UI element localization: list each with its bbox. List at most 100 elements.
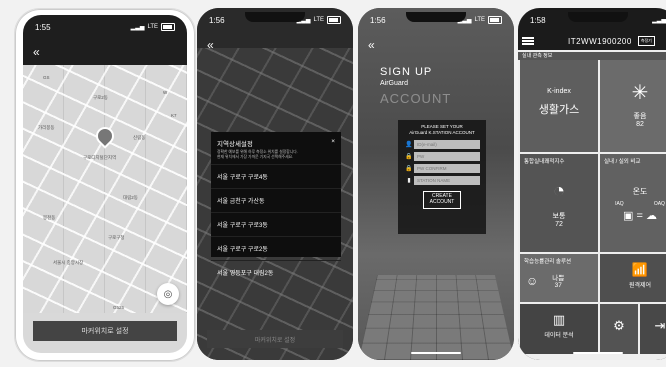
create-account-button[interactable]: CREATE ACCOUNT <box>423 190 461 209</box>
phone-signup-screen: 1:56 ▂▃▅ LTE « SIGN UP AirGuard ACCOUNT … <box>358 8 514 360</box>
phone-dashboard-screen: 1:58 ▂▃▅ IT2WW1900200 측정기 실내 관측 정보 K-ind… <box>518 8 666 360</box>
settings-tile[interactable]: ⚙ <box>600 304 638 354</box>
indoor-outdoor-tile[interactable]: 실내 / 실외 비교 온도 IAQ OAQ ▣ = ☁ <box>600 154 666 252</box>
phone-region-dialog-screen: 1:56 ▂▃▅ LTE « 지역상세설정 × 정확한 예보를 위해 하루 측정… <box>197 8 353 360</box>
status-time: 1:56 <box>209 15 225 25</box>
signup-heading: SIGN UP AirGuard ACCOUNT <box>380 66 451 106</box>
signal-icon: ▂▃▅ <box>130 24 145 31</box>
phone-map-screen: 1:55 ▂▃▅ LTE « GS 구로2동 가리봉동 구로디지털단지역 신림동… <box>14 8 196 362</box>
back-icon[interactable]: « <box>207 38 214 52</box>
home-indicator <box>573 352 623 354</box>
password-field[interactable]: PW <box>414 151 480 161</box>
notch <box>245 12 305 22</box>
region-option[interactable]: 서울 구로구 구로3동 <box>211 211 341 236</box>
notch <box>568 12 628 22</box>
current-location-icon[interactable]: ◎ <box>157 283 179 305</box>
region-option[interactable]: 서울 구로구 구로4동 <box>211 163 341 188</box>
region-option[interactable]: 서울 구로구 구로2동 <box>211 235 341 260</box>
dashboard-header: IT2WW1900200 측정기 <box>518 32 666 50</box>
set-marker-location-button[interactable]: 마커위치로 설정 <box>33 321 177 341</box>
email-field[interactable]: ID(e-mail) <box>414 139 480 149</box>
password-confirm-row: 🔒 PW CONFIRM <box>404 163 480 173</box>
section-title: 실내 관측 정보 <box>518 52 666 60</box>
comfort-index-tile[interactable]: 통합실내쾌적지수 ◔ 보통 72 <box>520 154 598 252</box>
screen: 1:56 ▂▃▅ LTE « 지역상세설정 × 정확한 예보를 위해 하루 측정… <box>197 8 353 360</box>
chart-icon: ▣ <box>623 210 634 222</box>
status-time: 1:58 <box>530 15 546 25</box>
email-field-row: 👤 ID(e-mail) <box>404 139 480 149</box>
map-label: 봉천동 <box>43 215 56 220</box>
cloud-icon: ☁ <box>645 210 657 222</box>
password-confirm-field[interactable]: PW CONFIRM <box>414 163 480 173</box>
map-view[interactable]: GS 구로2동 가리봉동 구로디지털단지역 신림동 대림2동 봉천동 구로구청 … <box>23 65 187 313</box>
compare-labels: IAQ OAQ <box>600 201 666 207</box>
form-title-line: AirGuard K.STATION ACCOUNT <box>409 129 475 135</box>
learning-content: ☺ 나쁨 37 <box>520 272 598 290</box>
status-bar: 1:55 ▂▃▅ LTE <box>23 15 187 39</box>
grade-label: 좋음 <box>633 113 647 120</box>
back-icon[interactable]: « <box>33 45 40 59</box>
set-marker-location-button[interactable]: 마커위치로 설정 <box>207 330 343 348</box>
station-icon: ▮ <box>407 177 411 184</box>
lock-icon: 🔒 <box>405 153 413 160</box>
map-label: 서울시 중앙시장 <box>53 260 84 265</box>
home-indicator <box>411 352 461 354</box>
air-grade-tile[interactable]: ✳ 좋음 82 <box>600 60 666 152</box>
temperature-label: 온도 <box>632 187 648 196</box>
kindex-tile[interactable]: K-index 생활가스 <box>520 60 598 152</box>
back-icon[interactable]: « <box>368 38 375 52</box>
station-name-row: ▮ STATION NAME <box>404 175 480 185</box>
tile-label: 데이터 분석 <box>544 333 574 339</box>
map-label: 신림동 <box>133 135 146 140</box>
region-dialog: 지역상세설정 × 정확한 예보를 위해 하루 측정소 위치를 설정합니다. 현재… <box>211 132 341 277</box>
data-analysis-tile[interactable]: ▥ 데이터 분석 <box>520 304 598 354</box>
signup-title: SIGN UP <box>380 66 433 78</box>
lock-icon: 🔒 <box>405 165 413 172</box>
carrier-label: LTE <box>313 17 324 23</box>
screen: 1:55 ▂▃▅ LTE « GS 구로2동 가리봉동 구로디지털단지역 신림동… <box>23 15 187 353</box>
screen: 1:58 ▂▃▅ IT2WW1900200 측정기 실내 관측 정보 K-ind… <box>518 8 666 360</box>
password-field-row: 🔒 PW <box>404 151 480 161</box>
logout-tile[interactable]: ⇥ <box>640 304 666 354</box>
remote-icon: 📶 <box>631 262 649 277</box>
tile-label: 학습능률관리 솔루션 <box>524 259 572 265</box>
grade-value: 82 <box>636 121 644 128</box>
compare-icons: ▣ = ☁ <box>623 210 657 222</box>
tile-label: 통합실내쾌적지수 <box>524 159 565 165</box>
account-title: ACCOUNT <box>380 91 452 106</box>
dialog-subtitle-line: 현재 위치에서 가장 가까운 기지국 선택해주세요. <box>217 154 294 159</box>
carrier-label: LTE <box>147 24 158 30</box>
menu-icon[interactable] <box>522 37 534 45</box>
map-label: 구로디지털단지역 <box>83 155 117 160</box>
device-register-button[interactable]: 측정기 <box>637 36 655 46</box>
user-icon: 👤 <box>405 141 413 148</box>
gear-icon: ⚙ <box>613 318 625 333</box>
map-label: K7 <box>171 113 177 118</box>
remote-control-tile[interactable]: 📶 원격제어 <box>600 254 666 302</box>
map-label: 가리봉동 <box>38 125 55 130</box>
learning-efficiency-tile[interactable]: 학습능률관리 솔루션 ☺ 나쁨 37 <box>520 254 598 302</box>
region-option[interactable]: 서울 영등포구 대림2동 <box>211 259 341 284</box>
background-room-image <box>358 275 514 360</box>
dialog-header: 지역상세설정 × <box>211 132 341 150</box>
device-id: IT2WW1900200 <box>568 36 632 46</box>
tile-label: 원격제어 <box>628 283 652 289</box>
kindex-label: K-index <box>547 88 571 95</box>
dna-icon: ✳ <box>631 82 649 104</box>
oaq-label: OAQ <box>653 201 665 207</box>
face-icon: ☺ <box>526 273 539 288</box>
bar-chart-icon: ▥ <box>552 312 566 327</box>
region-option[interactable]: 서울 금천구 가산동 <box>211 187 341 212</box>
dialog-title: 지역상세설정 <box>217 141 253 148</box>
dialog-subtitle: 정확한 예보를 위해 하루 측정소 위치를 설정합니다. 현재 위치에서 가장 … <box>211 150 341 164</box>
battery-icon <box>327 16 341 24</box>
notch <box>406 12 466 22</box>
status-time: 1:56 <box>370 15 386 25</box>
close-icon[interactable]: × <box>331 138 335 148</box>
brand-name: AirGuard <box>380 80 409 87</box>
carrier-label: LTE <box>474 17 485 23</box>
status-indicators: ▂▃▅ LTE <box>131 23 175 31</box>
map-label: W <box>163 90 168 95</box>
map-label: GS <box>43 75 50 80</box>
station-name-field[interactable]: STATION NAME <box>414 175 480 185</box>
